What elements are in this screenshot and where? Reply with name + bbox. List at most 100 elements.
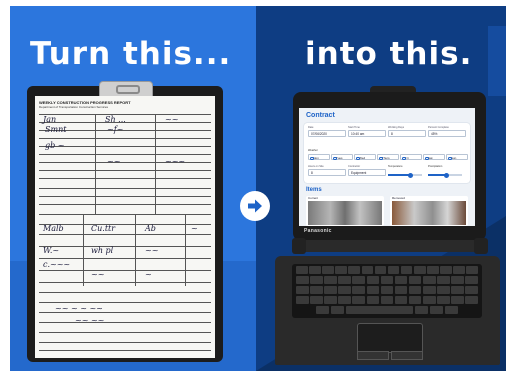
- weather-option-sun[interactable]: Sun: [446, 154, 468, 161]
- key[interactable]: [394, 276, 408, 284]
- key[interactable]: [324, 276, 337, 284]
- key[interactable]: [466, 266, 479, 274]
- key[interactable]: [310, 296, 323, 304]
- weather-option-fri[interactable]: Fri: [400, 154, 422, 161]
- key[interactable]: [451, 296, 464, 304]
- key[interactable]: [338, 286, 351, 294]
- key[interactable]: [335, 266, 347, 274]
- key[interactable]: [361, 266, 374, 274]
- keyboard-row: [296, 266, 479, 274]
- field-hours-on-site[interactable]: Hours on Site 8: [308, 165, 346, 177]
- key[interactable]: [296, 286, 309, 294]
- key[interactable]: [465, 296, 478, 304]
- slider-precipitation[interactable]: [428, 172, 462, 178]
- handwriting: Malb: [43, 224, 64, 233]
- key[interactable]: [451, 276, 464, 284]
- key[interactable]: [352, 286, 366, 294]
- key[interactable]: [387, 266, 400, 274]
- key[interactable]: [427, 266, 439, 274]
- field-start-time[interactable]: Start Time 10:40 am: [348, 126, 386, 138]
- item-card[interactable]: Current: [306, 196, 384, 226]
- key[interactable]: [324, 286, 337, 294]
- key[interactable]: [309, 266, 321, 274]
- key[interactable]: [338, 276, 351, 284]
- key[interactable]: [345, 306, 414, 314]
- keyboard-row: [296, 286, 478, 294]
- field-value[interactable]: 45%: [428, 130, 466, 137]
- key[interactable]: [380, 286, 394, 294]
- key[interactable]: [422, 286, 436, 294]
- slider-temperature[interactable]: [388, 172, 422, 178]
- key[interactable]: [352, 296, 366, 304]
- key[interactable]: [437, 286, 450, 294]
- key[interactable]: [413, 266, 426, 274]
- field-working-days[interactable]: Working Days 8: [388, 126, 426, 138]
- weather-option-thurs[interactable]: Thurs: [377, 154, 399, 161]
- key[interactable]: [324, 296, 337, 304]
- slider-knob[interactable]: [407, 172, 413, 178]
- key[interactable]: [310, 286, 323, 294]
- tablet-screen: Contract Date 07/06/2020 Start Time 10:40 a…: [299, 108, 475, 226]
- key[interactable]: [414, 306, 429, 314]
- field-date[interactable]: Date 07/06/2020: [308, 126, 346, 138]
- key[interactable]: [348, 266, 361, 274]
- key[interactable]: [322, 266, 334, 274]
- key[interactable]: [451, 286, 464, 294]
- field-value[interactable]: Equipment: [348, 169, 386, 176]
- key[interactable]: [408, 296, 422, 304]
- touchpad[interactable]: [357, 323, 423, 353]
- key[interactable]: [422, 296, 436, 304]
- key[interactable]: [453, 266, 465, 274]
- slider-label: Temperature: [388, 165, 403, 168]
- handwriting: c.~~~: [43, 260, 71, 269]
- key[interactable]: [444, 306, 459, 314]
- handwriting: Jan: [43, 115, 57, 124]
- field-value[interactable]: 8: [308, 169, 346, 176]
- touchpad-right-button[interactable]: [391, 351, 423, 360]
- key[interactable]: [465, 286, 478, 294]
- handwriting: ~~: [145, 246, 159, 255]
- field-value[interactable]: 07/06/2020: [308, 130, 346, 137]
- key[interactable]: [429, 306, 444, 314]
- key[interactable]: [408, 276, 422, 284]
- key[interactable]: [465, 276, 478, 284]
- key[interactable]: [408, 286, 422, 294]
- field-value[interactable]: 10:40 am: [348, 130, 386, 137]
- key[interactable]: [374, 266, 387, 274]
- paper-form: WEEKLY CONSTRUCTION PROGRESS REPORT Depa…: [35, 96, 215, 358]
- item-card[interactable]: Removed: [390, 196, 468, 226]
- key[interactable]: [330, 306, 345, 314]
- item-photo: [308, 201, 382, 225]
- key[interactable]: [310, 276, 323, 284]
- weather-option-wed[interactable]: Wed: [354, 154, 376, 161]
- key[interactable]: [366, 276, 380, 284]
- field-contractor[interactable]: Contractor Equipment: [348, 165, 386, 177]
- key[interactable]: [380, 276, 394, 284]
- key[interactable]: [366, 286, 380, 294]
- weather-option-tues[interactable]: Tues: [331, 154, 353, 161]
- key[interactable]: [296, 296, 309, 304]
- key[interactable]: [380, 296, 394, 304]
- key[interactable]: [366, 296, 380, 304]
- key[interactable]: [437, 276, 450, 284]
- key[interactable]: [437, 296, 450, 304]
- key[interactable]: [400, 266, 413, 274]
- field-percent-complete[interactable]: Percent Complete 45%: [428, 126, 466, 138]
- key[interactable]: [296, 276, 309, 284]
- weather-option-sat[interactable]: Sat: [423, 154, 445, 161]
- key[interactable]: [394, 296, 408, 304]
- key[interactable]: [394, 286, 408, 294]
- key[interactable]: [338, 296, 351, 304]
- form-line: [39, 196, 211, 197]
- key[interactable]: [440, 266, 452, 274]
- key[interactable]: [316, 306, 330, 314]
- key[interactable]: [422, 276, 436, 284]
- key[interactable]: [296, 266, 308, 274]
- field-value[interactable]: 8: [388, 130, 426, 137]
- field-label: Start Time: [348, 126, 360, 129]
- key[interactable]: [352, 276, 366, 284]
- slider-knob[interactable]: [444, 172, 450, 178]
- touchpad-left-button[interactable]: [357, 351, 389, 360]
- weather-option-mon[interactable]: Mon: [308, 154, 330, 161]
- handwriting: W.~: [43, 246, 60, 255]
